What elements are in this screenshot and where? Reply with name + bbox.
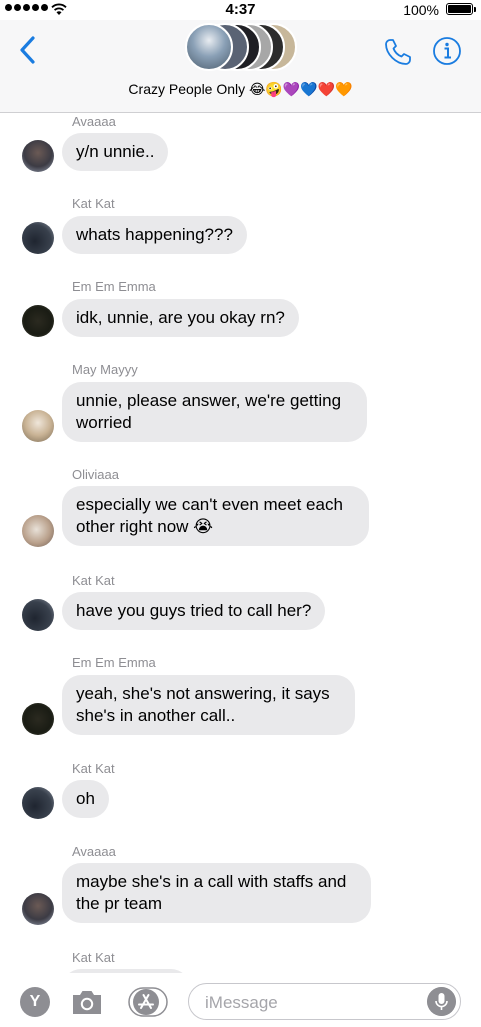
- message-bubble[interactable]: unnie, please answer, we're getting worr…: [62, 382, 367, 442]
- info-icon[interactable]: [432, 36, 462, 66]
- message-bubble[interactable]: idk, unnie, are you okay rn?: [62, 299, 299, 337]
- group-avatar: [185, 23, 233, 71]
- apps-button[interactable]: Y: [20, 987, 50, 1017]
- message-list[interactable]: Avaaaa y/n unnie.. Kat Kat whats happeni…: [0, 113, 481, 973]
- sender-name: Avaaaa: [72, 844, 116, 859]
- sender-name: Avaaaa: [72, 114, 116, 129]
- message-bubble[interactable]: whats happening???: [62, 216, 247, 254]
- sender-name: Kat Kat: [72, 196, 115, 211]
- message-input[interactable]: iMessage: [188, 983, 461, 1020]
- sender-avatar[interactable]: [22, 515, 54, 547]
- group-name-text: Crazy People Only: [128, 81, 246, 97]
- back-chevron-icon[interactable]: [14, 32, 44, 68]
- phone-icon[interactable]: [382, 36, 414, 68]
- status-bar: 4:37 100%: [0, 0, 481, 20]
- message-bubble[interactable]: maybe she's in a call with staffs and th…: [62, 863, 371, 923]
- conversation-header: Crazy People Only 😂🤪💜💙❤️🧡: [0, 20, 481, 113]
- sender-name: Em Em Emma: [72, 279, 156, 294]
- message-bubble[interactable]: yeah, she's not answering, it says she's…: [62, 675, 355, 735]
- microphone-icon[interactable]: [427, 987, 456, 1016]
- message-bubble[interactable]: y/n unnie..: [62, 133, 169, 171]
- battery-icon: [446, 3, 476, 15]
- message-bubble[interactable]: oh: [62, 780, 109, 818]
- sender-name: Kat Kat: [72, 761, 115, 776]
- group-name-emojis: 😂🤪💜💙❤️🧡: [249, 81, 353, 97]
- composer-bar: Y iMessage: [0, 973, 481, 1027]
- message-input-placeholder: iMessage: [205, 993, 278, 1012]
- battery-percent: 100%: [403, 2, 439, 18]
- screen: 4:37 100% Crazy People Only 😂🤪💜💙❤️🧡 Avaa…: [0, 0, 481, 1027]
- group-name[interactable]: Crazy People Only 😂🤪💜💙❤️🧡: [0, 81, 481, 98]
- group-avatar-stack[interactable]: [185, 23, 297, 71]
- message-bubble[interactable]: especially we can't even meet each other…: [62, 486, 369, 546]
- sender-avatar[interactable]: [22, 703, 54, 735]
- app-store-icon[interactable]: [128, 987, 168, 1017]
- sender-avatar[interactable]: [22, 787, 54, 819]
- sender-name: Kat Kat: [72, 573, 115, 588]
- message-bubble[interactable]: have you guys tried to call her?: [62, 592, 326, 630]
- camera-icon[interactable]: [70, 986, 104, 1018]
- sender-avatar[interactable]: [22, 410, 54, 442]
- sender-avatar[interactable]: [22, 305, 54, 337]
- sender-name: Em Em Emma: [72, 655, 156, 670]
- sender-avatar[interactable]: [22, 893, 54, 925]
- sender-name: Kat Kat: [72, 950, 115, 965]
- sender-avatar[interactable]: [22, 599, 54, 631]
- sender-name: May Mayyy: [72, 362, 138, 377]
- sender-avatar[interactable]: [22, 222, 54, 254]
- sender-name: Oliviaaa: [72, 467, 119, 482]
- sender-avatar[interactable]: [22, 140, 54, 172]
